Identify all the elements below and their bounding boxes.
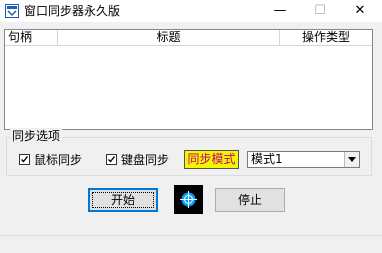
dropdown-arrow-button[interactable] bbox=[344, 152, 359, 167]
list-header: 句柄 标题 操作类型 bbox=[5, 30, 372, 46]
mouse-sync-checkbox[interactable] bbox=[19, 154, 30, 165]
column-header-operation-type[interactable]: 操作类型 bbox=[280, 30, 372, 45]
start-button-label: 开始 bbox=[110, 193, 135, 207]
maximize-button[interactable]: ☐ bbox=[300, 0, 340, 22]
crosshair-icon[interactable] bbox=[174, 185, 203, 214]
window-title: 窗口同步器永久版 bbox=[24, 4, 121, 18]
stop-button[interactable]: 停止 bbox=[215, 188, 285, 212]
keyboard-sync-checkbox[interactable] bbox=[106, 154, 117, 165]
start-button[interactable]: 开始 bbox=[88, 188, 158, 212]
sync-mode-label: 同步模式 bbox=[184, 150, 239, 169]
column-header-handle[interactable]: 句柄 bbox=[5, 30, 58, 45]
window-client-area: 句柄 标题 操作类型 同步选项 鼠标同步 键盘同步 同步模式 模式1 开始 停止 bbox=[0, 22, 382, 253]
column-header-title[interactable]: 标题 bbox=[58, 30, 280, 45]
status-bar bbox=[0, 235, 382, 253]
minimize-button[interactable]: — bbox=[260, 0, 300, 22]
sync-mode-select[interactable]: 模式1 bbox=[247, 151, 360, 168]
sync-options-label: 同步选项 bbox=[10, 128, 63, 144]
mouse-sync-label[interactable]: 鼠标同步 bbox=[34, 153, 82, 167]
app-icon bbox=[5, 4, 19, 18]
close-button[interactable]: ✕ bbox=[340, 0, 380, 22]
chevron-down-icon bbox=[348, 157, 356, 162]
keyboard-sync-label[interactable]: 键盘同步 bbox=[121, 153, 169, 167]
title-bar[interactable]: 窗口同步器永久版 — ☐ ✕ bbox=[0, 0, 382, 22]
window-list[interactable]: 句柄 标题 操作类型 bbox=[4, 29, 373, 130]
checkmark-icon bbox=[21, 156, 29, 163]
checkmark-icon bbox=[108, 156, 116, 163]
sync-mode-value: 模式1 bbox=[251, 152, 283, 166]
